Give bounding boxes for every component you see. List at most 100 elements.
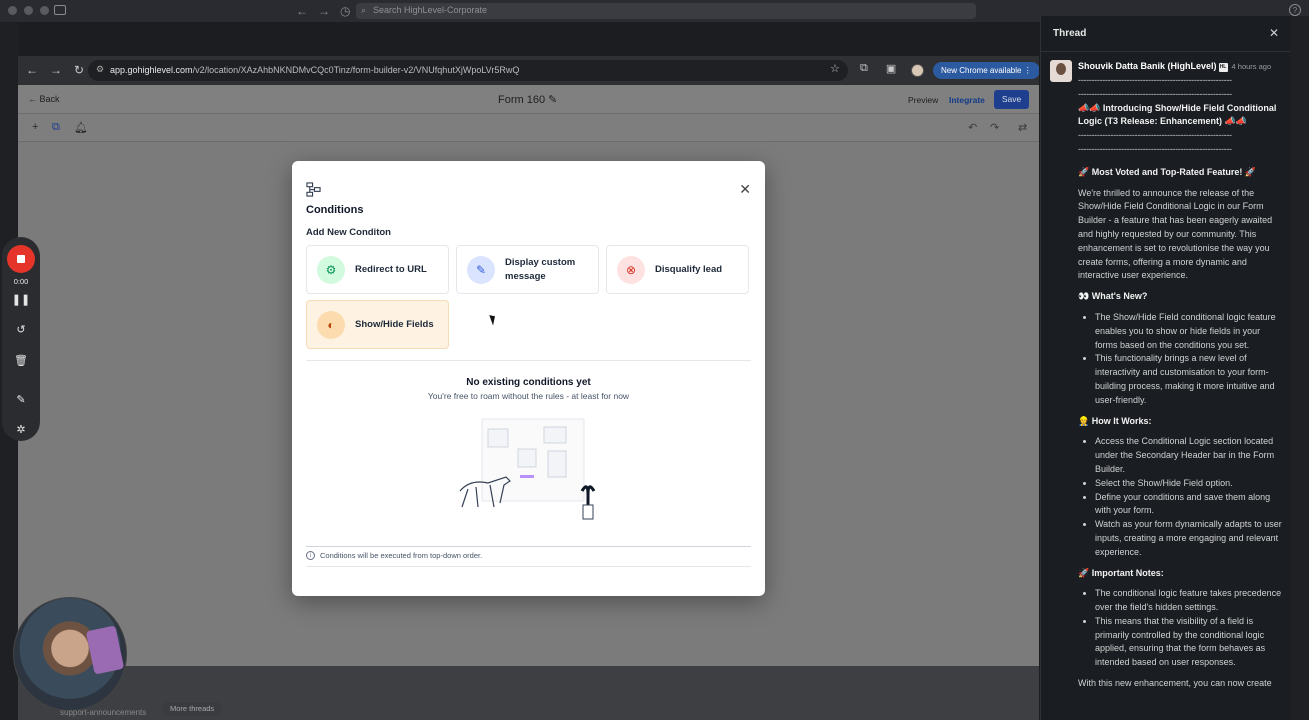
thread-title: Thread <box>1053 28 1087 39</box>
window-controls[interactable] <box>8 6 49 15</box>
modal-footer-note: i Conditions will be executed from top-d… <box>306 551 482 560</box>
effects-icon[interactable]: ✲ <box>2 423 40 436</box>
section-body: With this new enhancement, you can now c… <box>1078 678 1272 689</box>
form-title[interactable]: Form 160 ✎ <box>498 93 557 106</box>
section-heading: 🚀 Most Voted and Top-Rated Feature! 🚀 <box>1078 166 1257 177</box>
pencil-icon[interactable]: ✎ <box>548 94 557 106</box>
bookmark-star-icon[interactable]: ☆ <box>830 62 840 75</box>
pen-icon[interactable]: ✎ <box>2 393 40 406</box>
option-redirect-to-url[interactable]: ⚙ Redirect to URL <box>306 245 449 294</box>
integrate-button[interactable]: Integrate <box>949 95 985 105</box>
reload-icon[interactable]: ↻ <box>74 63 84 77</box>
empty-state-subtitle: You're free to roam without the rules - … <box>427 391 630 401</box>
list-item: This functionality brings a new level of… <box>1095 352 1282 407</box>
conditional-logic-icon[interactable]: ⧉ <box>52 121 60 134</box>
side-panel-icon[interactable]: ▣ <box>886 62 896 75</box>
channel-name[interactable]: support-announcements <box>60 708 146 717</box>
author-name[interactable]: Shouvik Datta Banik (HighLevel) HL 4 hours… <box>1078 60 1271 74</box>
url-path: /v2/location/XAzAhbNKNDMvCQc0Tinz/form-b… <box>192 65 520 75</box>
section-heading: 👷 How It Works: <box>1078 415 1152 426</box>
add-condition-heading: Add New Conditon <box>306 227 391 238</box>
more-threads-button[interactable]: More threads <box>162 702 223 716</box>
os-nav-arrows-icon[interactable]: ←→◷ <box>296 4 360 18</box>
edit-icon: ✎ <box>467 255 495 284</box>
profile-avatar[interactable] <box>911 64 924 77</box>
pause-icon[interactable]: ❚❚ <box>2 293 40 306</box>
highlevel-badge-icon: HL <box>1218 63 1228 72</box>
back-label: Back <box>39 94 60 104</box>
option-disqualify-lead[interactable]: ⊗ Disqualify lead <box>606 245 749 294</box>
new-chrome-button[interactable]: New Chrome available ⋮ <box>933 62 1039 79</box>
stop-recording-button[interactable] <box>7 245 35 273</box>
address-bar: ← → ↻ ⚙ app.gohighlevel.com/v2/location/… <box>18 56 1039 85</box>
option-show-hide-fields[interactable]: ◐ Show/Hide Fields <box>306 300 449 349</box>
divider-line: ----------------------------------------… <box>1078 88 1232 99</box>
message-author-row: Shouvik Datta Banik (HighLevel) HL 4 hours… <box>1050 60 1282 82</box>
restart-icon[interactable]: ↺ <box>2 323 40 336</box>
back-button[interactable]: ← Back <box>28 94 60 104</box>
form-title-text: Form 160 <box>498 94 546 106</box>
extensions-icon[interactable]: ⧉ <box>860 62 868 75</box>
extension-icons: ⧉ ▣ <box>860 62 896 75</box>
save-button[interactable]: Save <box>994 90 1029 109</box>
bullet-list: The Show/Hide Field conditional logic fe… <box>1095 311 1282 408</box>
divider-line: ----------------------------------------… <box>1078 143 1232 154</box>
list-item: This means that the visibility of a fiel… <box>1095 615 1282 670</box>
forward-arrow-icon[interactable]: → <box>50 63 62 77</box>
divider <box>306 360 751 361</box>
recording-controls: 0:00 ❚❚ ↺ 🗑︎ ✎ ✲ <box>2 237 40 441</box>
close-icon[interactable]: ✕ <box>1269 26 1279 40</box>
workspace-search-placeholder: Search HighLevel-Corporate <box>373 5 488 15</box>
conditions-modal: ✕ Conditions Add New Conditon ⚙ Redirect… <box>292 161 765 596</box>
dog-illustration <box>459 418 596 520</box>
brain-icon: ⚙ <box>317 255 345 284</box>
redo-icon[interactable]: ↷ <box>990 121 999 134</box>
conditions-icon <box>306 182 321 197</box>
recording-time: 0:00 <box>13 277 29 286</box>
empty-state-title: No existing conditions yet <box>466 377 591 388</box>
divider-line: ----------------------------------------… <box>1078 130 1232 141</box>
list-item: Select the Show/Hide Field option. <box>1095 477 1282 491</box>
trash-icon[interactable]: 🗑︎ <box>2 354 40 367</box>
site-info-icon[interactable]: ⚙ <box>96 64 104 75</box>
bullet-list: The conditional logic feature takes prec… <box>1095 587 1282 670</box>
option-label: Redirect to URL <box>355 263 427 275</box>
announcement-headline: 📣📣 Introducing Show/Hide Field Condition… <box>1078 102 1277 127</box>
preview-button[interactable]: Preview <box>908 95 938 105</box>
new-chrome-label: New Chrome available <box>941 66 1022 75</box>
sidebar-toggle-icon[interactable] <box>54 5 66 15</box>
help-icon[interactable]: ? <box>1289 4 1301 16</box>
add-icon[interactable]: + <box>32 121 38 133</box>
option-label: Disqualify lead <box>655 263 723 275</box>
bell-icon[interactable]: 🔔︎ <box>74 121 88 134</box>
bullet-list: Access the Conditional Logic section loc… <box>1095 435 1282 559</box>
list-item: Access the Conditional Logic section loc… <box>1095 435 1282 476</box>
list-item: Define your conditions and save them alo… <box>1095 491 1282 519</box>
section-body: We're thrilled to announce the release o… <box>1078 187 1273 281</box>
search-icon: ⌕ <box>361 5 367 15</box>
webcam-bubble[interactable] <box>13 597 127 711</box>
close-icon[interactable]: ✕ <box>739 181 751 198</box>
thread-message: Shouvik Datta Banik (HighLevel) HL 4 hours… <box>1050 60 1282 698</box>
option-label: Show/Hide Fields <box>355 318 434 330</box>
message-content: ----------------------------------------… <box>1050 74 1282 691</box>
info-icon: i <box>306 551 315 560</box>
option-display-custom-message[interactable]: ✎ Display custom message <box>456 245 599 294</box>
option-label: Display custom message <box>505 256 576 282</box>
section-heading: 🚀 Important Notes: <box>1078 567 1164 578</box>
message-time: 4 hours ago <box>1231 62 1272 71</box>
undo-icon[interactable]: ↶ <box>968 121 977 134</box>
avatar[interactable] <box>1050 60 1072 82</box>
settings-toggle-icon[interactable]: ⇄ <box>1018 121 1027 134</box>
url-field[interactable]: ⚙ app.gohighlevel.com/v2/location/XAzAhb… <box>88 60 848 81</box>
form-builder-header: ← Back Form 160 ✎ Preview Integrate Save <box>18 85 1039 114</box>
window-edge <box>1290 16 1309 720</box>
footer-note-text: Conditions will be executed from top-dow… <box>320 551 483 560</box>
back-arrow-icon[interactable]: ← <box>26 63 38 77</box>
modal-title: Conditions <box>306 204 364 216</box>
workspace-search[interactable]: ⌕ Search HighLevel-Corporate <box>356 3 976 19</box>
list-item: Watch as your form dynamically adapts to… <box>1095 518 1282 559</box>
browser-nav: ← → ↻ <box>26 63 84 77</box>
divider <box>306 566 751 567</box>
eye-half-icon: ◐ <box>317 310 345 339</box>
